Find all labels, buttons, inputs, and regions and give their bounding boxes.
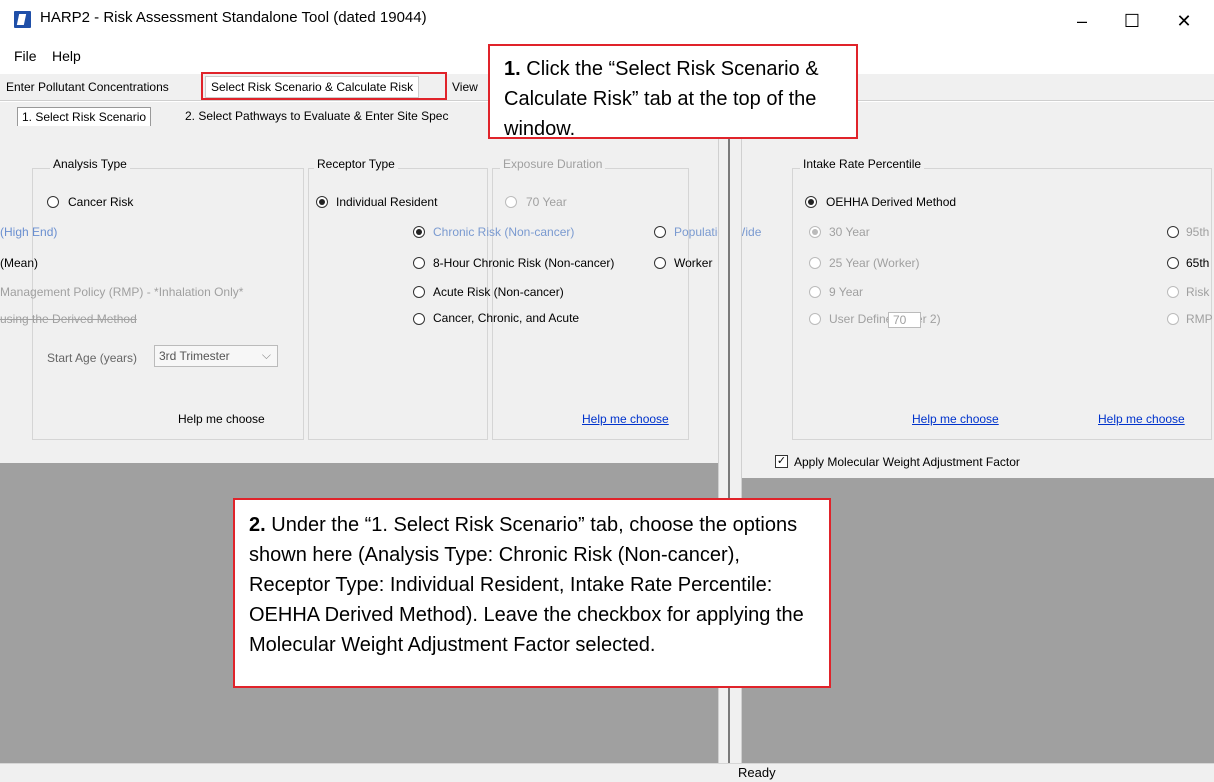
radio-worker[interactable] [654, 257, 666, 269]
help-me-choose-link-duration[interactable]: Help me choose [912, 412, 999, 426]
callout-1-text: Click the “Select Risk Scenario & Calcul… [504, 58, 819, 140]
label-9-year: 9 Year [829, 285, 864, 299]
label-cancer-risk: Cancer Risk [68, 195, 134, 209]
radio-acute-risk[interactable] [413, 286, 425, 298]
radio-user-defined[interactable] [809, 313, 821, 325]
app-icon [14, 11, 31, 28]
radio-rmp[interactable] [1167, 313, 1179, 325]
label-cancer-chronic-acute: Cancer, Chronic, and Acute [433, 311, 580, 325]
help-me-choose-link-intake[interactable]: Help me choose [1098, 412, 1185, 426]
tab-highlight-box [201, 72, 447, 100]
radio-30-year[interactable] [809, 226, 821, 238]
label-worker: Worker [674, 256, 713, 270]
label-65th: 65th [1186, 256, 1210, 270]
status-text: Ready [738, 765, 776, 780]
radio-8hour-chronic[interactable] [413, 257, 425, 269]
label-rmp: RMP [1186, 312, 1213, 326]
fragment-high-end: (High End) [0, 225, 58, 239]
radio-25-year[interactable] [809, 257, 821, 269]
label-oehha-derived: OEHHA Derived Method [826, 195, 957, 209]
label-95th: 95th [1186, 225, 1210, 239]
fragment-mean: (Mean) [0, 256, 39, 270]
menu-help[interactable]: Help [52, 48, 81, 64]
help-me-choose-text: Help me choose [178, 412, 265, 426]
menu-file[interactable]: File [14, 48, 37, 64]
receptor-type-legend: Receptor Type [314, 157, 398, 171]
callout-1-number: 1. [504, 58, 521, 80]
chevron-down-icon: ⌵ [261, 348, 271, 362]
label-8hour-chronic: 8-Hour Chronic Risk (Non-cancer) [433, 256, 615, 270]
radio-individual-resident[interactable] [316, 196, 328, 208]
subtab-select-risk-scenario[interactable]: 1. Select Risk Scenario [17, 107, 152, 126]
fragment-derived-method: using the Derived Method [0, 312, 137, 326]
minimize-button[interactable]: – [1060, 6, 1104, 36]
mwaf-checkbox[interactable]: ✓ [775, 455, 788, 468]
label-acute-risk: Acute Risk (Non-cancer) [433, 285, 564, 299]
callout-2-text: Under the “1. Select Risk Scenario” tab,… [249, 514, 804, 656]
radio-oehha-derived[interactable] [805, 196, 817, 208]
instruction-callout-2: 2. Under the “1. Select Risk Scenario” t… [233, 498, 831, 688]
radio-population-wide[interactable] [654, 226, 666, 238]
exposure-duration-group [492, 168, 689, 440]
radio-chronic-risk[interactable] [413, 226, 425, 238]
start-age-value: 3rd Trimester [159, 349, 230, 363]
radio-cancer-risk[interactable] [47, 196, 59, 208]
tab-enter-pollutant[interactable]: Enter Pollutant Concentrations [6, 80, 169, 94]
user-defined-years-input[interactable]: 70 [888, 312, 922, 328]
tab-view[interactable]: View [452, 80, 478, 94]
callout-2-number: 2. [249, 514, 266, 536]
window-title: HARP2 - Risk Assessment Standalone Tool … [40, 9, 427, 26]
radio-9-year[interactable] [809, 286, 821, 298]
label-user-defined: User Defined (Tier 2) [829, 312, 941, 326]
subtab-select-pathways[interactable]: 2. Select Pathways to Evaluate & Enter S… [185, 109, 448, 123]
intake-rate-legend: Intake Rate Percentile [800, 157, 925, 171]
status-bar [0, 763, 1214, 782]
label-risk: Risk [1186, 285, 1210, 299]
fragment-rmp: Management Policy (RMP) - *Inhalation On… [0, 285, 244, 299]
radio-65th[interactable] [1167, 257, 1179, 269]
analysis-type-legend: Analysis Type [50, 157, 130, 171]
label-individual-resident: Individual Resident [336, 195, 438, 209]
panel-divider [0, 448, 728, 463]
radio-risk[interactable] [1167, 286, 1179, 298]
label-30-year: 30 Year [829, 225, 870, 239]
start-age-dropdown[interactable]: 3rd Trimester ⌵ [154, 345, 278, 367]
instruction-callout-1: 1. Click the “Select Risk Scenario & Cal… [488, 44, 858, 140]
exposure-duration-legend: Exposure Duration [500, 157, 606, 171]
label-70-year: 70 Year [526, 195, 567, 209]
start-age-label: Start Age (years) [47, 351, 138, 365]
radio-95th[interactable] [1167, 226, 1179, 238]
help-me-choose-link-receptor[interactable]: Help me choose [582, 412, 669, 426]
label-25-year: 25 Year (Worker) [829, 256, 920, 270]
radio-cancer-chronic-acute[interactable] [413, 313, 425, 325]
close-button[interactable]: ✕ [1162, 6, 1206, 36]
radio-70-year[interactable] [505, 196, 517, 208]
mwaf-label: Apply Molecular Weight Adjustment Factor [794, 455, 1020, 469]
label-chronic-risk: Chronic Risk (Non-cancer) [433, 225, 575, 239]
maximize-button[interactable]: ☐ [1110, 6, 1154, 36]
